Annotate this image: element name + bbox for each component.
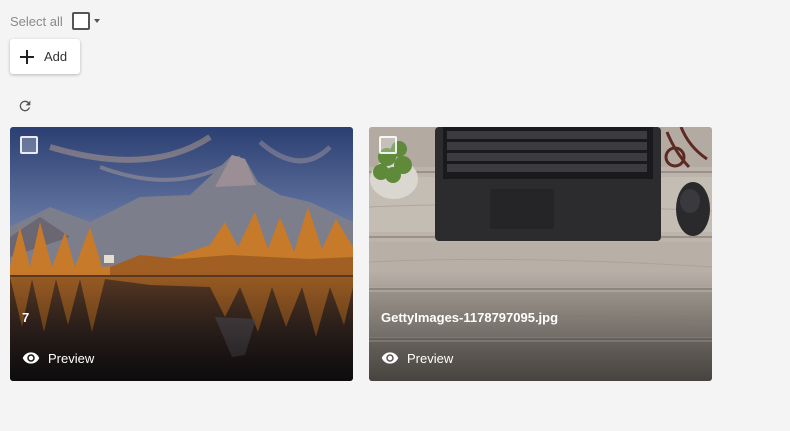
media-card[interactable]: 7 Preview <box>10 127 353 381</box>
eye-icon <box>381 352 399 364</box>
eye-icon <box>22 352 40 364</box>
preview-label: Preview <box>407 350 454 366</box>
preview-button[interactable]: Preview <box>381 349 453 367</box>
card-select-checkbox[interactable] <box>379 136 397 154</box>
card-title: 7 <box>22 310 30 325</box>
select-all-label: Select all <box>10 13 63 29</box>
preview-label: Preview <box>48 350 95 366</box>
preview-button[interactable]: Preview <box>22 349 94 367</box>
card-select-checkbox[interactable] <box>20 136 38 154</box>
plus-icon <box>20 49 34 64</box>
card-title: GettyImages-1178797095.jpg <box>381 310 559 325</box>
add-button-label: Add <box>44 49 68 64</box>
refresh-icon[interactable] <box>17 98 33 114</box>
select-all-checkbox[interactable] <box>71 12 90 30</box>
select-all: Select all <box>10 11 100 31</box>
add-button[interactable]: Add <box>10 39 80 74</box>
caret-down-icon[interactable] <box>93 19 100 23</box>
media-card[interactable]: GettyImages-1178797095.jpg Preview <box>369 127 712 381</box>
